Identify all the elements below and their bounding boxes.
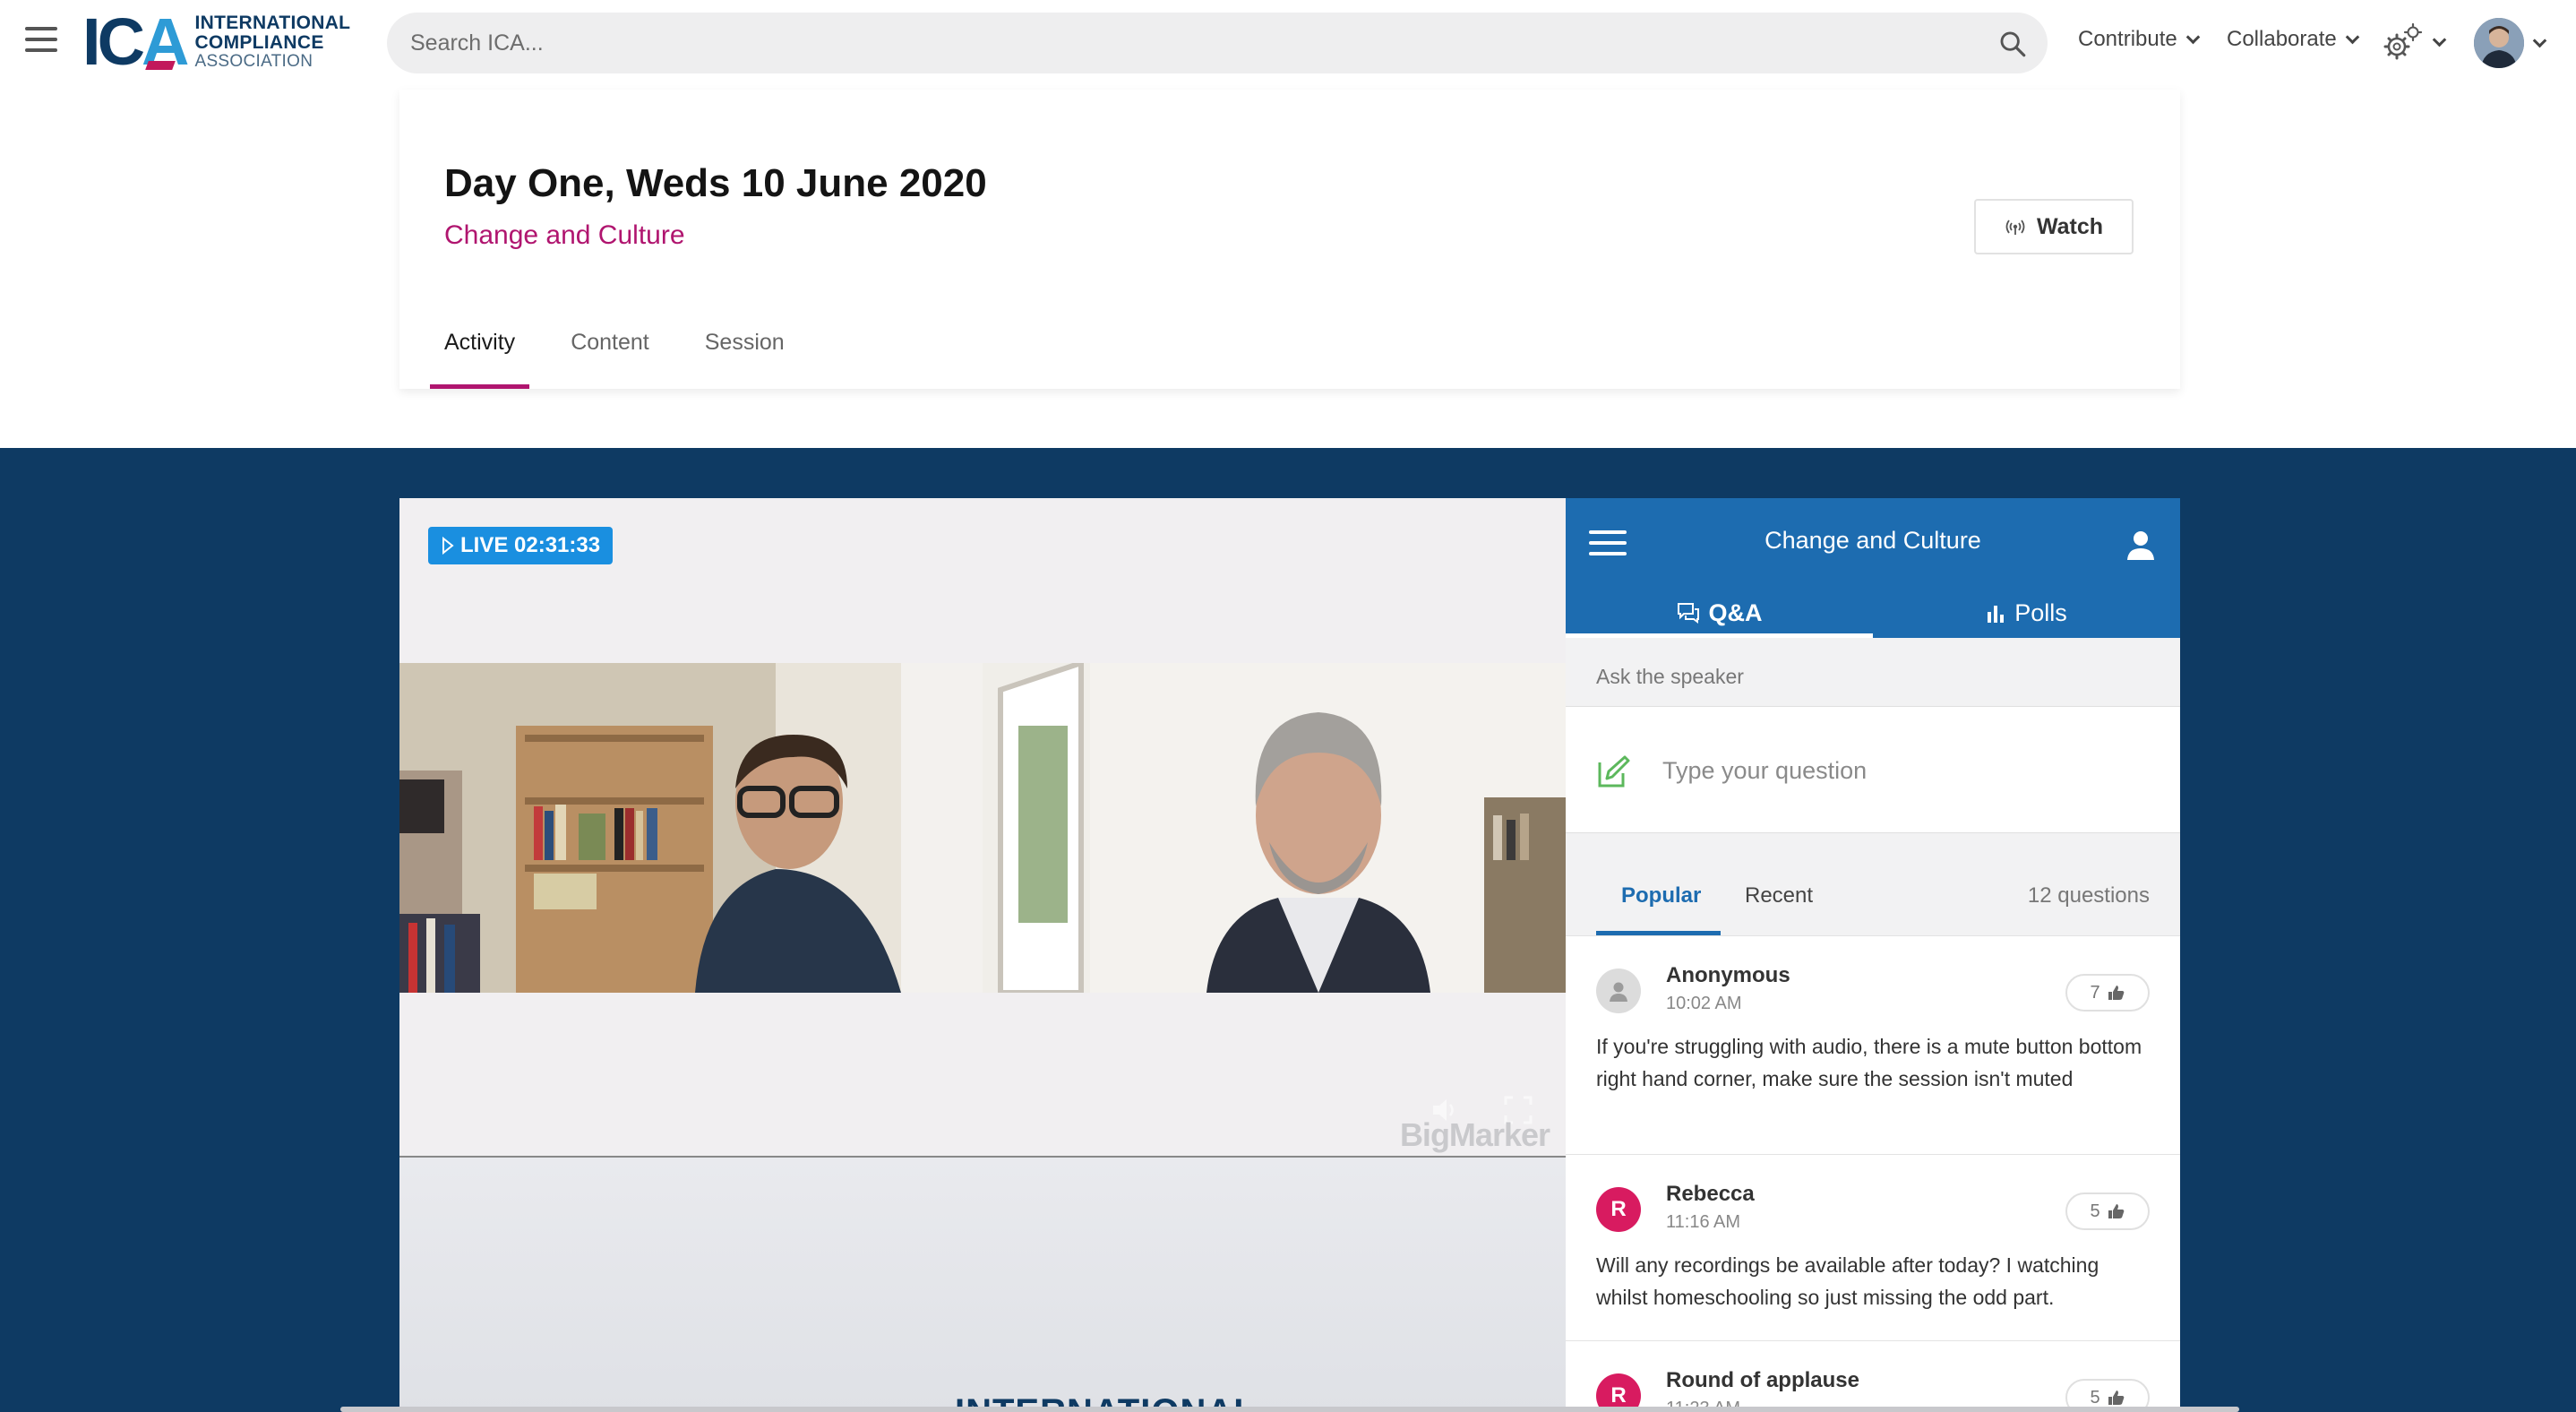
search-icon[interactable] bbox=[1997, 29, 2028, 59]
question-text: Will any recordings be available after t… bbox=[1596, 1253, 2099, 1309]
speaker-feed-left bbox=[399, 663, 983, 993]
panel-title: Change and Culture bbox=[1765, 527, 1981, 554]
collaborate-label: Collaborate bbox=[2227, 27, 2337, 51]
presentation-area: ICA INTERNATIONAL bbox=[399, 1158, 1566, 1412]
tab-polls-label: Polls bbox=[2014, 598, 2067, 626]
vote-count: 5 bbox=[2090, 1201, 2100, 1221]
question-item: Anonymous 10:02 AM If you're struggling … bbox=[1566, 935, 2180, 1154]
ica-logo[interactable]: ICA INTERNATIONAL COMPLIANCE ASSOCIATION bbox=[82, 4, 350, 79]
bar-chart-icon bbox=[1988, 606, 2005, 623]
qa-panel-header: Change and Culture Q&A Polls bbox=[1566, 498, 2180, 638]
anonymous-avatar bbox=[1596, 969, 1641, 1013]
logo-mark: ICA bbox=[82, 4, 190, 79]
live-badge[interactable]: LIVE 02:31:33 bbox=[428, 527, 614, 564]
watch-label: Watch bbox=[2036, 213, 2104, 239]
tab-qa[interactable]: Q&A bbox=[1566, 588, 1873, 638]
ask-speaker-label: Ask the speaker bbox=[1596, 665, 1744, 688]
vote-count: 7 bbox=[2090, 982, 2100, 1003]
qa-panel: Change and Culture Q&A Polls Ask the spe… bbox=[1566, 498, 2180, 1412]
compose-icon bbox=[1598, 755, 1630, 788]
sort-popular-tab[interactable]: Popular bbox=[1595, 883, 1722, 935]
question-item: R Round of applause 11:23 AM 5 bbox=[1566, 1340, 2180, 1412]
contribute-menu[interactable]: Contribute bbox=[2078, 27, 2201, 52]
main-menu-icon[interactable] bbox=[25, 27, 61, 59]
session-tabs: Activity Content Session bbox=[430, 314, 826, 389]
tab-content[interactable]: Content bbox=[556, 314, 664, 389]
top-navigation-bar: ICA INTERNATIONAL COMPLIANCE ASSOCIATION… bbox=[0, 0, 2576, 90]
chat-icon bbox=[1677, 603, 1699, 624]
live-play-icon bbox=[442, 537, 454, 555]
page-title: Day One, Weds 10 June 2020 bbox=[444, 161, 987, 205]
question-input[interactable] bbox=[1662, 739, 2146, 802]
watch-button[interactable]: Watch bbox=[1974, 199, 2134, 254]
logo-line-1: INTERNATIONAL bbox=[194, 12, 351, 33]
thumbs-up-icon bbox=[2108, 1390, 2124, 1405]
author-avatar: R bbox=[1596, 1187, 1641, 1232]
upvote-button[interactable]: 7 bbox=[2065, 974, 2150, 1012]
thumbs-up-icon bbox=[2108, 1204, 2124, 1218]
chevron-down-icon bbox=[2432, 32, 2447, 47]
person-icon bbox=[1610, 982, 1627, 1002]
collaborate-menu[interactable]: Collaborate bbox=[2227, 27, 2360, 52]
live-timer: LIVE 02:31:33 bbox=[460, 533, 601, 557]
question-composer bbox=[1566, 706, 2180, 833]
sort-recent-tab[interactable]: Recent bbox=[1745, 883, 1813, 935]
video-player[interactable]: LIVE 02:31:33 BigMarker bbox=[399, 498, 1566, 1158]
session-header-card: Day One, Weds 10 June 2020 Change and Cu… bbox=[399, 90, 2180, 389]
question-item: R Rebecca 11:16 AM Will any recordings b… bbox=[1566, 1154, 2180, 1340]
person-icon[interactable] bbox=[2123, 527, 2159, 563]
tab-qa-label: Q&A bbox=[1708, 598, 1763, 626]
logo-line-2: COMPLIANCE bbox=[194, 32, 324, 54]
user-menu[interactable] bbox=[2474, 18, 2547, 68]
video-stream bbox=[399, 663, 1566, 993]
bigmarker-watermark: BigMarker bbox=[1399, 1116, 1550, 1153]
search-bar bbox=[387, 13, 2048, 73]
chevron-down-icon bbox=[2345, 30, 2360, 44]
broadcast-icon bbox=[2005, 220, 2025, 235]
upvote-button[interactable]: 5 bbox=[2065, 1192, 2150, 1230]
chevron-down-icon bbox=[2185, 30, 2201, 44]
horizontal-scrollbar[interactable] bbox=[340, 1407, 2239, 1412]
search-input[interactable] bbox=[410, 13, 1969, 73]
gears-icon bbox=[2383, 22, 2423, 60]
settings-menu[interactable] bbox=[2383, 22, 2447, 63]
chevron-down-icon bbox=[2532, 33, 2547, 47]
tab-activity[interactable]: Activity bbox=[430, 314, 530, 389]
question-text: If you're struggling with audio, there i… bbox=[1596, 1035, 2142, 1090]
tab-session[interactable]: Session bbox=[691, 314, 799, 389]
tab-polls[interactable]: Polls bbox=[1873, 588, 2180, 638]
session-track-link[interactable]: Change and Culture bbox=[444, 220, 685, 251]
contribute-label: Contribute bbox=[2078, 27, 2177, 51]
logo-wordmark: INTERNATIONAL COMPLIANCE ASSOCIATION bbox=[194, 13, 350, 71]
question-sort-bar: Popular Recent 12 questions bbox=[1566, 864, 2180, 935]
vote-count: 5 bbox=[2090, 1387, 2100, 1408]
user-avatar bbox=[2474, 18, 2524, 68]
speaker-feed-right bbox=[983, 663, 1566, 993]
logo-line-3: ASSOCIATION bbox=[194, 52, 313, 72]
question-list: Anonymous 10:02 AM If you're struggling … bbox=[1566, 935, 2180, 1412]
question-count: 12 questions bbox=[2027, 883, 2150, 908]
thumbs-up-icon bbox=[2108, 986, 2124, 1000]
